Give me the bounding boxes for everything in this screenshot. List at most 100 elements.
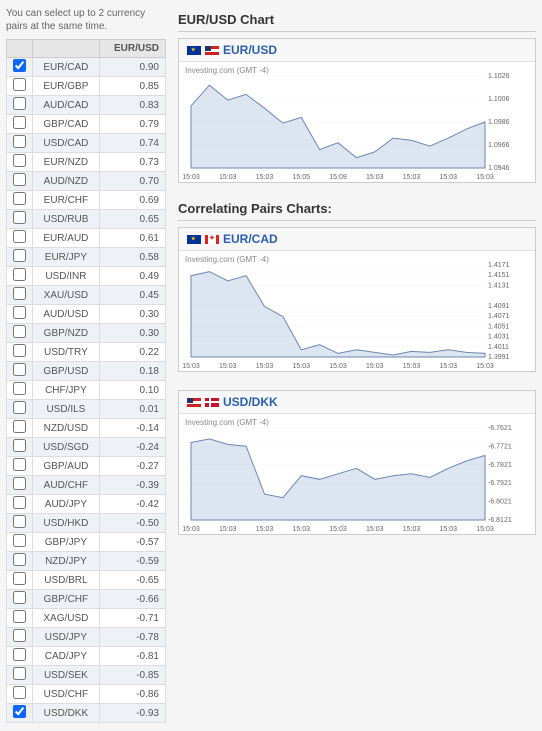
table-row: EUR/AUD0.61 [7,229,166,248]
pair-value: -0.93 [99,704,165,723]
chart-area[interactable]: Investing.com (GMT -4)1.10261.10061.0986… [179,62,535,182]
pair-checkbox[interactable] [13,420,26,433]
svg-text:15:03: 15:03 [182,174,200,181]
pair-checkbox[interactable] [13,97,26,110]
pair-checkbox[interactable] [13,154,26,167]
pair-value: 0.10 [99,381,165,400]
chart-area[interactable]: Investing.com (GMT -4)-6.8121-6.8021-6.7… [179,414,535,534]
chart-source-label: Investing.com (GMT -4) [185,66,269,75]
chart-pair-label: EUR/CAD [223,232,278,246]
svg-text:1.0966: 1.0966 [488,142,510,149]
col-check [7,40,33,58]
main-chart-title: EUR/USD Chart [178,12,536,32]
chart-box: USD/DKKInvesting.com (GMT -4)-6.8121-6.8… [178,390,536,535]
pair-label: NZD/JPY [33,552,100,571]
table-row: USD/DKK-0.93 [7,704,166,723]
pair-checkbox[interactable] [13,382,26,395]
table-row: EUR/CHF0.69 [7,191,166,210]
table-row: USD/BRL-0.65 [7,571,166,590]
svg-text:15:03: 15:03 [476,363,494,370]
svg-text:-6.7721: -6.7721 [488,443,512,450]
pair-checkbox[interactable] [13,59,26,72]
table-row: AUD/NZD0.70 [7,172,166,191]
table-row: AUD/USD0.30 [7,305,166,324]
svg-text:1.3991: 1.3991 [488,354,510,361]
pair-checkbox[interactable] [13,78,26,91]
table-row: GBP/JPY-0.57 [7,533,166,552]
svg-text:1.4031: 1.4031 [488,334,510,341]
pair-checkbox[interactable] [13,268,26,281]
table-row: USD/ILS0.01 [7,400,166,419]
table-row: USD/HKD-0.50 [7,514,166,533]
pair-checkbox[interactable] [13,230,26,243]
pair-checkbox[interactable] [13,439,26,452]
pair-checkbox[interactable] [13,553,26,566]
svg-text:15:03: 15:03 [403,526,421,533]
pair-label: GBP/JPY [33,533,100,552]
pair-value: -0.81 [99,647,165,666]
pair-checkbox[interactable] [13,610,26,623]
svg-text:1.4171: 1.4171 [488,262,510,269]
pair-checkbox[interactable] [13,648,26,661]
pair-checkbox[interactable] [13,249,26,262]
pair-label: CHF/JPY [33,381,100,400]
pair-checkbox[interactable] [13,629,26,642]
pair-checkbox[interactable] [13,477,26,490]
table-row: EUR/JPY0.58 [7,248,166,267]
pair-checkbox[interactable] [13,667,26,680]
svg-text:15:03: 15:03 [366,363,384,370]
table-row: USD/SEK-0.85 [7,666,166,685]
pair-checkbox[interactable] [13,363,26,376]
svg-text:15:03: 15:03 [329,363,347,370]
svg-text:1.4011: 1.4011 [488,344,509,351]
svg-text:15:03: 15:03 [366,174,384,181]
table-row: USD/RUB0.65 [7,210,166,229]
pair-label: EUR/AUD [33,229,100,248]
pair-checkbox[interactable] [13,344,26,357]
svg-text:15:09: 15:09 [329,174,347,181]
pair-value: 0.01 [99,400,165,419]
chart-pair-label: EUR/USD [223,43,277,57]
chart-area[interactable]: Investing.com (GMT -4)1.41711.41511.4131… [179,251,535,371]
pair-value: -0.71 [99,609,165,628]
svg-text:15:03: 15:03 [182,363,200,370]
pair-checkbox[interactable] [13,211,26,224]
pair-checkbox[interactable] [13,496,26,509]
pair-checkbox[interactable] [13,534,26,547]
pair-checkbox[interactable] [13,591,26,604]
table-row: USD/JPY-0.78 [7,628,166,647]
pair-checkbox[interactable] [13,192,26,205]
pair-checkbox[interactable] [13,401,26,414]
pair-value: 0.30 [99,324,165,343]
pair-checkbox[interactable] [13,173,26,186]
pair-checkbox[interactable] [13,572,26,585]
pair-value: 0.69 [99,191,165,210]
table-row: AUD/CAD0.83 [7,96,166,115]
chart-box: EUR/CAD Investing.com (GMT -4)1.41711.415… [178,227,536,372]
pair-checkbox[interactable] [13,287,26,300]
pair-checkbox[interactable] [13,135,26,148]
pair-label: EUR/GBP [33,77,100,96]
col-val: EUR/USD [99,40,165,58]
svg-text:1.0986: 1.0986 [488,119,510,126]
pair-label: EUR/NZD [33,153,100,172]
pair-label: GBP/CHF [33,590,100,609]
pair-checkbox[interactable] [13,325,26,338]
table-row: GBP/AUD-0.27 [7,457,166,476]
pair-value: -0.24 [99,438,165,457]
pair-checkbox[interactable] [13,116,26,129]
pair-label: AUD/JPY [33,495,100,514]
table-row: EUR/CAD0.90 [7,58,166,77]
pair-checkbox[interactable] [13,306,26,319]
dk-flag-icon [205,398,219,407]
pair-value: -0.59 [99,552,165,571]
pair-checkbox[interactable] [13,705,26,718]
pair-label: AUD/CHF [33,476,100,495]
svg-text:15:03: 15:03 [182,526,200,533]
pair-value: -0.86 [99,685,165,704]
pair-label: USD/SGD [33,438,100,457]
pair-checkbox[interactable] [13,458,26,471]
pair-checkbox[interactable] [13,515,26,528]
pair-checkbox[interactable] [13,686,26,699]
pair-value: -0.85 [99,666,165,685]
